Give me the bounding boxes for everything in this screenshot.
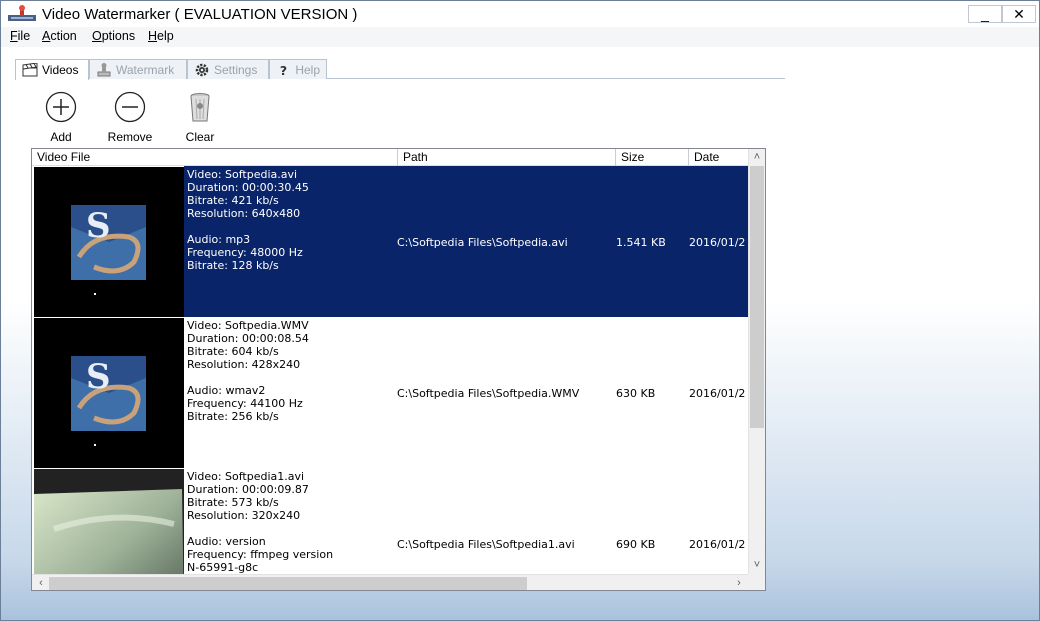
column-header-path[interactable]: Path	[398, 149, 616, 166]
video-list[interactable]: Video File Path Size Date S Video: Softp…	[31, 148, 766, 591]
menu-action[interactable]: Action	[42, 29, 77, 43]
menu-bar: File Action Options Help	[1, 27, 1039, 47]
tab-videos[interactable]: Videos	[15, 59, 89, 80]
svg-text:S: S	[86, 206, 111, 246]
column-header-video-file[interactable]: Video File	[32, 149, 398, 166]
path-cell: C:\Softpedia Files\Softpedia1.avi	[397, 538, 575, 551]
column-header-date[interactable]: Date	[689, 149, 748, 166]
clear-label: Clear	[185, 130, 215, 144]
tab-help[interactable]: ? Help	[269, 59, 327, 79]
svg-text:?: ?	[280, 63, 287, 77]
minimize-button[interactable]: _	[968, 5, 1002, 23]
question-icon: ?	[280, 63, 287, 77]
table-row[interactable]: S Video: Softpedia.avi Duration: 00:00:3…	[32, 166, 748, 317]
add-label: Add	[50, 130, 72, 144]
date-cell: 2016/01/2	[689, 538, 746, 551]
minus-circle-icon	[114, 91, 146, 123]
table-row[interactable]: Video: Softpedia1.avi Duration: 00:00:09…	[32, 468, 748, 590]
scroll-left-icon[interactable]: ‹	[34, 576, 48, 590]
scrollbar-corner	[748, 574, 765, 590]
gear-icon	[195, 63, 209, 76]
svg-text:S: S	[86, 357, 111, 397]
add-button[interactable]: Add	[31, 91, 91, 144]
stamp-icon	[97, 62, 111, 76]
close-button[interactable]: ✕	[1002, 5, 1036, 23]
window-title: Video Watermarker ( EVALUATION VERSION )	[42, 6, 358, 23]
path-cell: C:\Softpedia Files\Softpedia.avi	[397, 236, 568, 249]
video-info: Video: Softpedia1.avi Duration: 00:00:09…	[187, 470, 334, 574]
video-info: Video: Softpedia.avi Duration: 00:00:30.…	[187, 168, 309, 272]
title-bar: Video Watermarker ( EVALUATION VERSION )…	[1, 1, 1039, 27]
scroll-down-icon[interactable]: ˅	[750, 558, 764, 572]
menu-help[interactable]: Help	[148, 29, 174, 43]
size-cell: 630 KB	[616, 387, 656, 400]
menu-file[interactable]: File	[10, 29, 30, 43]
horizontal-scrollbar[interactable]: ‹ ›	[32, 574, 748, 590]
date-cell: 2016/01/2	[689, 387, 746, 400]
clear-button[interactable]: Clear	[170, 91, 230, 144]
tab-settings[interactable]: Settings	[187, 59, 269, 79]
trash-bin-icon	[190, 93, 210, 122]
horizontal-scroll-thumb[interactable]	[49, 577, 527, 590]
tab-watermark[interactable]: Watermark	[89, 59, 187, 79]
size-cell: 1.541 KB	[616, 236, 666, 249]
column-header-size[interactable]: Size	[616, 149, 689, 166]
vertical-scroll-thumb[interactable]	[750, 166, 764, 428]
scroll-up-icon[interactable]: ˄	[750, 150, 764, 164]
remove-label: Remove	[107, 130, 153, 144]
video-thumbnail: S	[34, 318, 184, 468]
scroll-right-icon[interactable]: ›	[732, 576, 746, 590]
vertical-scrollbar[interactable]: ˄ ˅	[748, 149, 765, 574]
table-row[interactable]: S Video: Softpedia.WMV Duration: 00:00:0…	[32, 317, 748, 468]
plus-circle-icon	[45, 91, 77, 123]
remove-button[interactable]: Remove	[100, 91, 160, 144]
video-thumbnail: S	[34, 167, 184, 317]
list-header: Video File Path Size Date	[32, 149, 748, 166]
video-info: Video: Softpedia.WMV Duration: 00:00:08.…	[187, 319, 309, 423]
video-thumbnail	[34, 469, 184, 590]
menu-options[interactable]: Options	[92, 29, 135, 43]
clapperboard-icon	[22, 63, 38, 77]
date-cell: 2016/01/2	[689, 236, 746, 249]
size-cell: 690 KB	[616, 538, 656, 551]
app-window: Video Watermarker ( EVALUATION VERSION )…	[0, 0, 1040, 621]
app-logo-icon	[8, 5, 36, 21]
path-cell: C:\Softpedia Files\Softpedia.WMV	[397, 387, 580, 400]
